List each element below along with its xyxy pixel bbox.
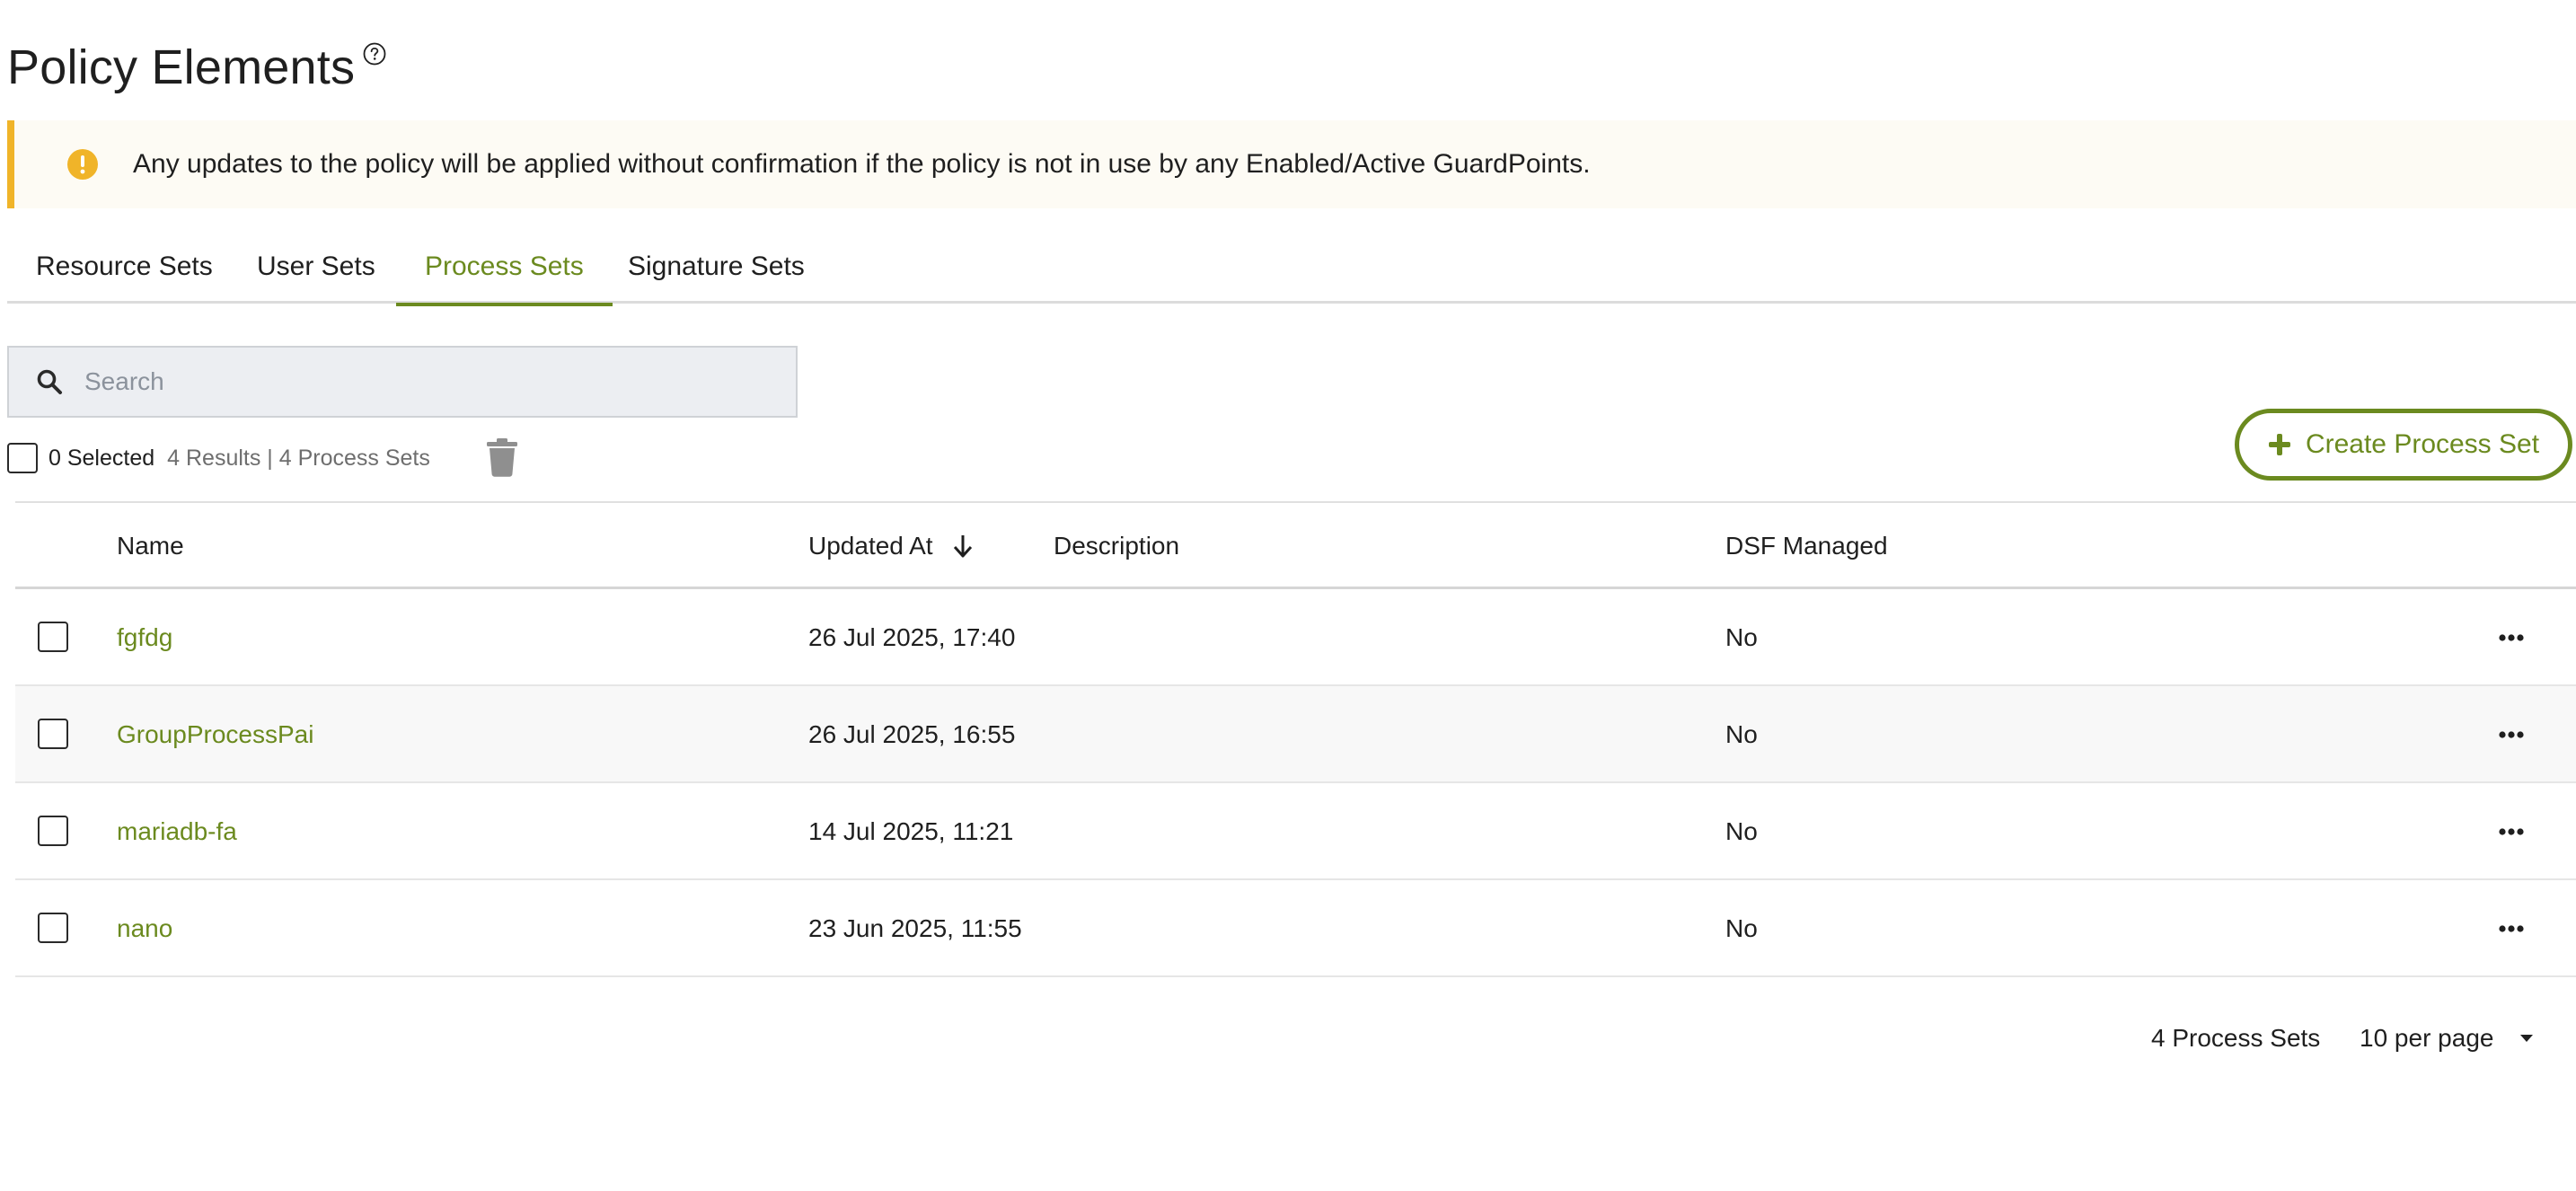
- process-set-name-link[interactable]: fgfdg: [117, 623, 172, 652]
- selection-bar: 0 Selected 4 Results | 4 Process Sets: [7, 438, 517, 477]
- policy-elements-page: Policy Elements Any updates to the polic…: [0, 0, 2576, 1191]
- per-page-select[interactable]: 10 per page: [2360, 1024, 2535, 1053]
- tab-process-sets[interactable]: Process Sets: [396, 243, 613, 306]
- pagination-count: 4 Process Sets: [2151, 1024, 2321, 1052]
- row-checkbox[interactable]: [38, 719, 68, 749]
- process-set-name-link[interactable]: nano: [117, 914, 172, 943]
- dsf-managed-cell: No: [1725, 914, 1758, 942]
- updated-at-cell: 26 Jul 2025, 16:55: [808, 720, 1016, 748]
- title-row: Policy Elements: [7, 36, 387, 99]
- tab-bar: Resource Sets User Sets Process Sets Sig…: [7, 243, 2576, 306]
- column-header-updated-at-label: Updated At: [808, 532, 933, 560]
- more-actions-icon[interactable]: [2498, 823, 2525, 841]
- column-header-description: Description: [1054, 532, 1180, 560]
- table-row: GroupProcessPai 26 Jul 2025, 16:55 No: [15, 686, 2576, 783]
- table-row: mariadb-fa 14 Jul 2025, 11:21 No: [15, 783, 2576, 880]
- page-title: Policy Elements: [7, 40, 356, 94]
- results-summary: 4 Results | 4 Process Sets: [167, 445, 430, 471]
- trash-icon[interactable]: [483, 437, 521, 478]
- search-input[interactable]: [84, 367, 767, 396]
- table-row: fgfdg 26 Jul 2025, 17:40 No: [15, 589, 2576, 686]
- tab-user-sets[interactable]: User Sets: [257, 243, 375, 304]
- create-process-set-button[interactable]: Create Process Set: [2235, 409, 2572, 481]
- table-row: nano 23 Jun 2025, 11:55 No: [15, 880, 2576, 977]
- more-actions-icon[interactable]: [2498, 629, 2525, 647]
- plus-icon: [2268, 434, 2290, 455]
- more-actions-icon[interactable]: [2498, 920, 2525, 938]
- tab-resource-sets[interactable]: Resource Sets: [36, 243, 213, 304]
- selected-count: 0 Selected: [49, 445, 155, 471]
- row-checkbox[interactable]: [38, 816, 68, 846]
- warning-banner: Any updates to the policy will be applie…: [7, 120, 2576, 208]
- updated-at-cell: 23 Jun 2025, 11:55: [808, 914, 1022, 942]
- select-all-checkbox[interactable]: [7, 443, 38, 473]
- create-button-label: Create Process Set: [2305, 429, 2540, 459]
- help-icon[interactable]: [362, 41, 387, 66]
- updated-at-cell: 26 Jul 2025, 17:40: [808, 623, 1016, 651]
- dsf-managed-cell: No: [1725, 623, 1758, 651]
- row-checkbox[interactable]: [38, 913, 68, 943]
- row-checkbox[interactable]: [38, 622, 68, 652]
- dsf-managed-cell: No: [1725, 817, 1758, 845]
- per-page-label: 10 per page: [2360, 1024, 2494, 1052]
- process-sets-table: Name Updated At Description DSF Managed …: [15, 501, 2576, 977]
- sort-descending-icon: [953, 535, 972, 558]
- more-actions-icon[interactable]: [2498, 726, 2525, 744]
- dsf-managed-cell: No: [1725, 720, 1758, 748]
- column-header-name[interactable]: Name: [117, 532, 184, 560]
- banner-message: Any updates to the policy will be applie…: [133, 149, 1591, 179]
- column-header-dsf-managed: DSF Managed: [1725, 532, 1888, 560]
- updated-at-cell: 14 Jul 2025, 11:21: [808, 817, 1014, 845]
- caret-down-icon: [2520, 1035, 2534, 1042]
- process-set-name-link[interactable]: mariadb-fa: [117, 817, 237, 846]
- exclamation-circle-icon: [67, 149, 98, 180]
- column-header-updated-at[interactable]: Updated At: [808, 532, 975, 560]
- tab-signature-sets[interactable]: Signature Sets: [628, 243, 805, 304]
- search-box: [7, 346, 798, 418]
- search-icon: [37, 369, 62, 394]
- table-header: Name Updated At Description DSF Managed: [15, 501, 2576, 589]
- process-set-name-link[interactable]: GroupProcessPai: [117, 720, 313, 749]
